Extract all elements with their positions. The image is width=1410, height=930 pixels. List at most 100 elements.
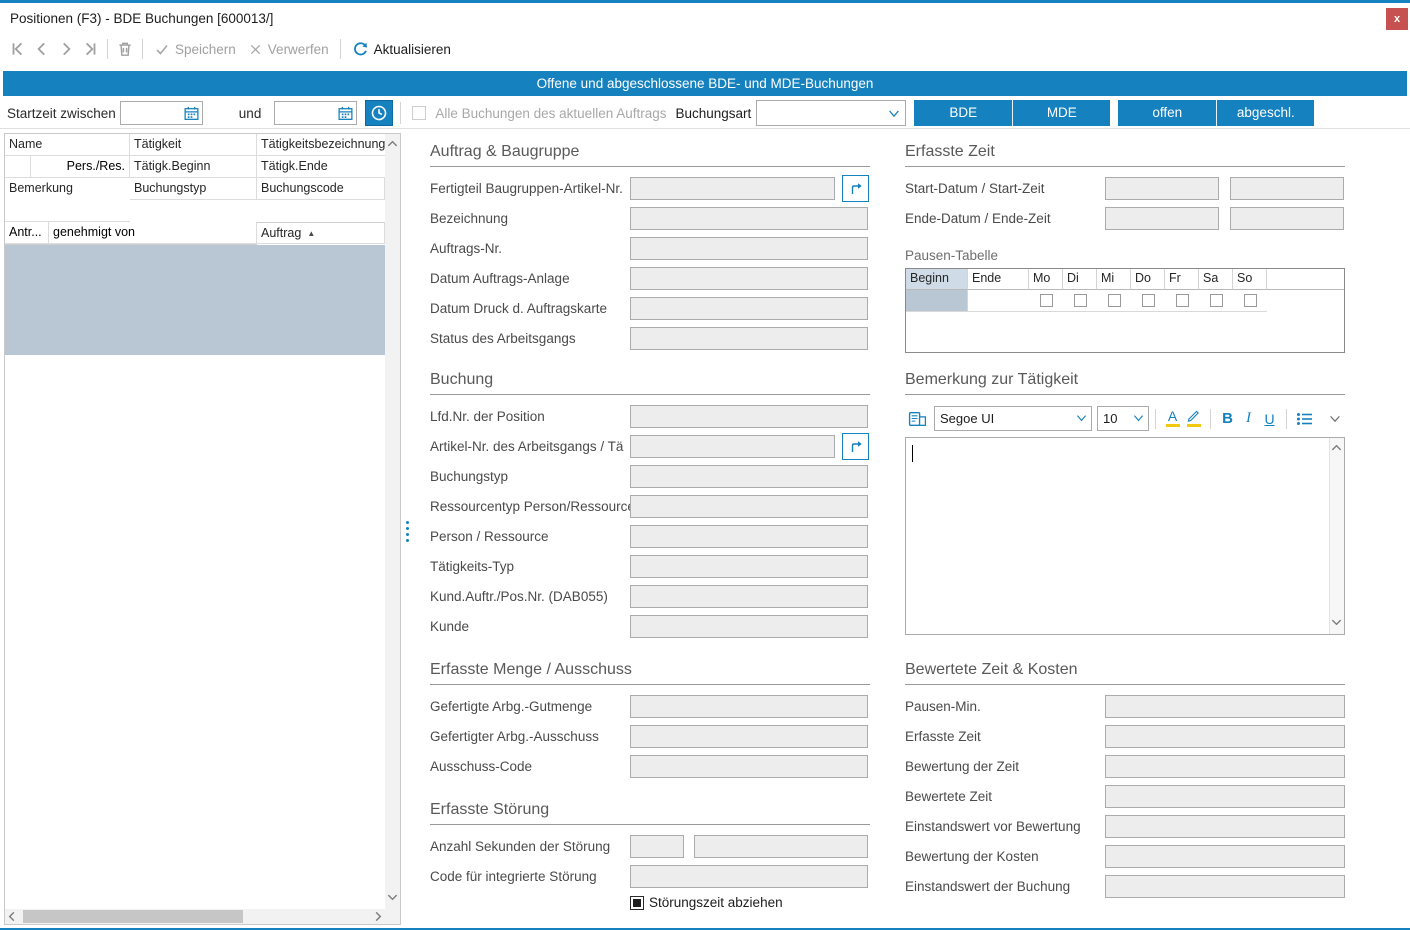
underline-button[interactable]: U xyxy=(1259,407,1280,431)
fertigteil-baugruppen-artikel-nr-field[interactable] xyxy=(630,177,835,200)
pausen-column-header[interactable]: Sa xyxy=(1199,269,1233,290)
grid-selection-area[interactable] xyxy=(5,245,385,355)
refresh-button[interactable]: Aktualisieren xyxy=(346,41,457,58)
erfasste-zeit-field[interactable] xyxy=(1105,725,1345,748)
startzeit-from-input[interactable] xyxy=(120,101,203,125)
do-checkbox[interactable] xyxy=(1142,294,1155,307)
scroll-right-icon[interactable] xyxy=(373,910,383,928)
ressourcentyp-field[interactable] xyxy=(630,495,868,518)
pausen-column-header[interactable]: Do xyxy=(1131,269,1165,290)
pausen-sa-checkbox-cell[interactable] xyxy=(1199,290,1233,312)
jump-to-record-button[interactable] xyxy=(842,433,869,460)
artikel-nr-arbeitsgang-field[interactable] xyxy=(630,435,835,458)
ausschuss-code-field[interactable] xyxy=(630,755,868,778)
column-header[interactable]: Antr... xyxy=(5,222,49,243)
buchungsart-select[interactable] xyxy=(756,100,906,126)
pausen-do-checkbox-cell[interactable] xyxy=(1131,290,1165,312)
panel-splitter-handle[interactable] xyxy=(406,521,409,542)
auftrags-nr-field[interactable] xyxy=(630,237,868,260)
ende-zeit-field[interactable] xyxy=(1230,207,1344,230)
mi-checkbox[interactable] xyxy=(1108,294,1121,307)
column-header[interactable]: Tätigkeitsbezeichnung xyxy=(257,134,385,156)
column-header[interactable]: Buchungstyp xyxy=(130,178,257,200)
bewertung-kosten-field[interactable] xyxy=(1105,845,1345,868)
start-zeit-field[interactable] xyxy=(1230,177,1344,200)
bemerkung-textarea[interactable] xyxy=(905,437,1345,635)
status-arbeitsgang-field[interactable] xyxy=(630,327,868,350)
bezeichnung-field[interactable] xyxy=(630,207,868,230)
kunde-field[interactable] xyxy=(630,615,868,638)
column-header[interactable]: genehmigt von xyxy=(49,222,256,243)
delete-icon[interactable] xyxy=(113,37,137,61)
pausen-column-header[interactable]: So xyxy=(1233,269,1267,290)
column-header[interactable]: Buchungscode xyxy=(257,178,385,200)
start-datum-field[interactable] xyxy=(1105,177,1219,200)
column-header[interactable]: Tätigk.Beginn xyxy=(130,156,257,178)
fr-checkbox[interactable] xyxy=(1176,294,1189,307)
startzeit-to-input[interactable] xyxy=(274,101,357,125)
abgeschl-button[interactable]: abgeschl. xyxy=(1216,100,1314,126)
person-ressource-field[interactable] xyxy=(630,525,868,548)
pausen-mi-checkbox-cell[interactable] xyxy=(1097,290,1131,312)
column-header[interactable]: Name xyxy=(5,134,130,156)
pausen-column-header[interactable]: Mo xyxy=(1029,269,1063,290)
pausen-fr-checkbox-cell[interactable] xyxy=(1165,290,1199,312)
buchungstyp-field[interactable] xyxy=(630,465,868,488)
scroll-down-icon[interactable] xyxy=(386,889,399,907)
gutmenge-field[interactable] xyxy=(630,695,868,718)
font-color-button[interactable]: A xyxy=(1162,407,1183,431)
pausen-beginn-cell-selected[interactable] xyxy=(906,290,968,312)
scroll-up-icon[interactable] xyxy=(1330,440,1343,458)
stoerungszeit-checkbox[interactable] xyxy=(630,896,644,910)
column-header[interactable]: Tätigkeit xyxy=(130,134,257,156)
pausen-column-header[interactable]: Beginn xyxy=(906,269,968,290)
save-button[interactable]: Speichern xyxy=(148,41,242,57)
scrollbar-thumb[interactable] xyxy=(23,910,243,923)
taetigkeits-typ-field[interactable] xyxy=(630,555,868,578)
pausen-column-header[interactable]: Ende xyxy=(968,269,1029,290)
toolbar-more-button[interactable] xyxy=(1324,407,1345,431)
bewertung-zeit-field[interactable] xyxy=(1105,755,1345,778)
prev-record-icon[interactable] xyxy=(30,37,54,61)
next-record-icon[interactable] xyxy=(54,37,78,61)
column-header[interactable]: Tätigk.Ende xyxy=(257,156,385,178)
close-button[interactable]: x xyxy=(1386,8,1408,30)
pausen-ende-cell[interactable] xyxy=(968,290,1029,312)
font-size-select[interactable]: 10 xyxy=(1097,406,1149,431)
jump-to-record-button[interactable] xyxy=(842,175,869,202)
pausen-column-header[interactable]: Di xyxy=(1063,269,1097,290)
pausen-column-header[interactable]: Mi xyxy=(1097,269,1131,290)
datum-auftrags-anlage-field[interactable] xyxy=(630,267,868,290)
kundauftr-posnr-field[interactable] xyxy=(630,585,868,608)
ende-datum-field[interactable] xyxy=(1105,207,1219,230)
mo-checkbox[interactable] xyxy=(1040,294,1053,307)
so-checkbox[interactable] xyxy=(1244,294,1257,307)
discard-button[interactable]: Verwerfen xyxy=(242,42,335,57)
bold-button[interactable]: B xyxy=(1217,407,1238,431)
datum-druck-auftragskarte-field[interactable] xyxy=(630,297,868,320)
time-filter-button[interactable] xyxy=(365,100,393,126)
lfd-nr-position-field[interactable] xyxy=(630,405,868,428)
stoerung-code-field[interactable] xyxy=(630,865,868,888)
sa-checkbox[interactable] xyxy=(1210,294,1223,307)
bde-button[interactable]: BDE xyxy=(914,100,1012,126)
stoerung-sekunden-field[interactable] xyxy=(630,835,684,858)
highlight-pen-button[interactable] xyxy=(1183,407,1204,431)
pausen-so-checkbox-cell[interactable] xyxy=(1233,290,1267,312)
offen-button[interactable]: offen xyxy=(1118,100,1216,126)
italic-button[interactable]: I xyxy=(1238,407,1259,431)
column-header[interactable]: Pers./Res. xyxy=(30,156,130,177)
bullet-list-button[interactable] xyxy=(1293,407,1317,431)
einstandswert-buchung-field[interactable] xyxy=(1105,875,1345,898)
vertical-scrollbar[interactable] xyxy=(385,134,400,909)
first-record-icon[interactable] xyxy=(6,37,30,61)
pausen-mo-checkbox-cell[interactable] xyxy=(1029,290,1063,312)
scroll-left-icon[interactable] xyxy=(7,910,17,928)
scroll-down-icon[interactable] xyxy=(1330,614,1343,632)
mde-button[interactable]: MDE xyxy=(1012,100,1110,126)
pausen-di-checkbox-cell[interactable] xyxy=(1063,290,1097,312)
column-header-sorted[interactable]: Auftrag▲ xyxy=(257,222,385,244)
stoerung-dauer-field[interactable] xyxy=(694,835,868,858)
spellcheck-book-icon[interactable] xyxy=(905,407,929,431)
horizontal-scrollbar[interactable] xyxy=(5,909,385,924)
